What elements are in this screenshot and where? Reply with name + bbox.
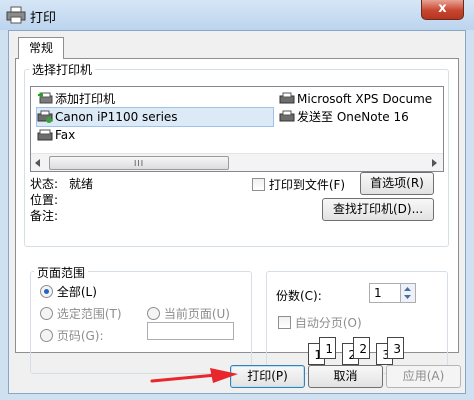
chevron-up-icon[interactable] xyxy=(401,285,414,293)
radio-off[interactable] xyxy=(147,307,160,320)
scroll-left-icon[interactable] xyxy=(33,158,43,168)
find-printer-button[interactable]: 查找打印机(D)... xyxy=(322,198,434,221)
page-range-current-radio[interactable]: 当前页面(U) xyxy=(147,305,230,322)
printer-item-canon[interactable]: Canon iP1100 series xyxy=(36,107,274,127)
printer-item-xps[interactable]: Microsoft XPS Docume xyxy=(279,90,443,108)
printer-item-fax[interactable]: Fax xyxy=(37,126,237,144)
preferences-button[interactable]: 首选项(R) xyxy=(360,172,434,195)
collate-checkbox[interactable]: 自动分页(O) xyxy=(278,314,362,331)
printer-icon xyxy=(279,92,295,104)
print-button[interactable]: 打印(P) xyxy=(230,365,305,388)
annotation-arrow-icon xyxy=(150,368,238,383)
checkbox-box[interactable] xyxy=(278,316,291,329)
pages-input[interactable] xyxy=(147,322,234,340)
page-range-all-radio[interactable]: 全部(L) xyxy=(40,283,97,300)
dialog-client-area: 常规 选择打印机 添加打印机 Canon iP1100 series Fax M… xyxy=(8,30,466,394)
checkbox-box[interactable] xyxy=(252,178,265,191)
title-bar[interactable]: 打印 x xyxy=(0,0,474,30)
preview-page: 3 xyxy=(387,337,404,359)
copies-label: 份数(C): xyxy=(276,289,322,303)
page-range-pages-radio[interactable]: 页码(G): xyxy=(40,327,104,344)
status-value: 就绪 xyxy=(69,177,94,191)
radio-on[interactable] xyxy=(40,285,53,298)
preview-page: 2 xyxy=(353,337,370,359)
print-to-file-checkbox[interactable]: 打印到文件(F) xyxy=(252,176,345,193)
tab-general[interactable]: 常规 xyxy=(18,37,64,59)
apply-button[interactable]: 应用(A) xyxy=(386,365,461,388)
printer-item-onenote[interactable]: 发送至 OneNote 16 xyxy=(279,108,443,126)
window-title: 打印 xyxy=(30,11,57,26)
radio-off[interactable] xyxy=(40,329,53,342)
radio-off[interactable] xyxy=(40,307,53,320)
close-icon: x xyxy=(438,1,447,16)
printer-icon xyxy=(37,110,53,123)
scroll-right-icon[interactable] xyxy=(429,158,439,168)
printer-icon xyxy=(6,6,26,24)
preview-page: 1 xyxy=(319,337,336,359)
select-printer-group-title: 选择打印机 xyxy=(29,61,96,78)
page-range-selection-radio[interactable]: 选定范围(T) xyxy=(40,305,122,322)
status-label: 状态: xyxy=(30,177,59,191)
tab-panel-general: 选择打印机 添加打印机 Canon iP1100 series Fax Micr… xyxy=(15,58,459,374)
printer-list[interactable]: 添加打印机 Canon iP1100 series Fax Microsoft … xyxy=(30,86,444,172)
copies-stepper[interactable]: 1 xyxy=(369,283,416,303)
comment-label: 备注: xyxy=(30,209,59,223)
copies-value: 1 xyxy=(374,286,382,300)
horizontal-scrollbar[interactable]: III xyxy=(31,153,443,171)
stepper-buttons[interactable] xyxy=(400,284,415,302)
scroll-thumb[interactable]: III xyxy=(49,156,229,170)
fax-icon xyxy=(37,129,53,141)
scroll-grip: III xyxy=(134,159,145,168)
cancel-button[interactable]: 取消 xyxy=(308,365,383,388)
printer-item-add[interactable]: 添加打印机 xyxy=(37,90,237,108)
printer-icon xyxy=(279,110,295,122)
add-printer-icon xyxy=(38,92,53,104)
collate-preview: 1 1 2 2 3 3 xyxy=(308,333,418,367)
page-range-group-title: 页面范围 xyxy=(34,264,89,281)
location-label: 位置: xyxy=(30,193,59,207)
chevron-down-icon[interactable] xyxy=(401,293,414,301)
close-button[interactable]: x xyxy=(421,0,464,20)
